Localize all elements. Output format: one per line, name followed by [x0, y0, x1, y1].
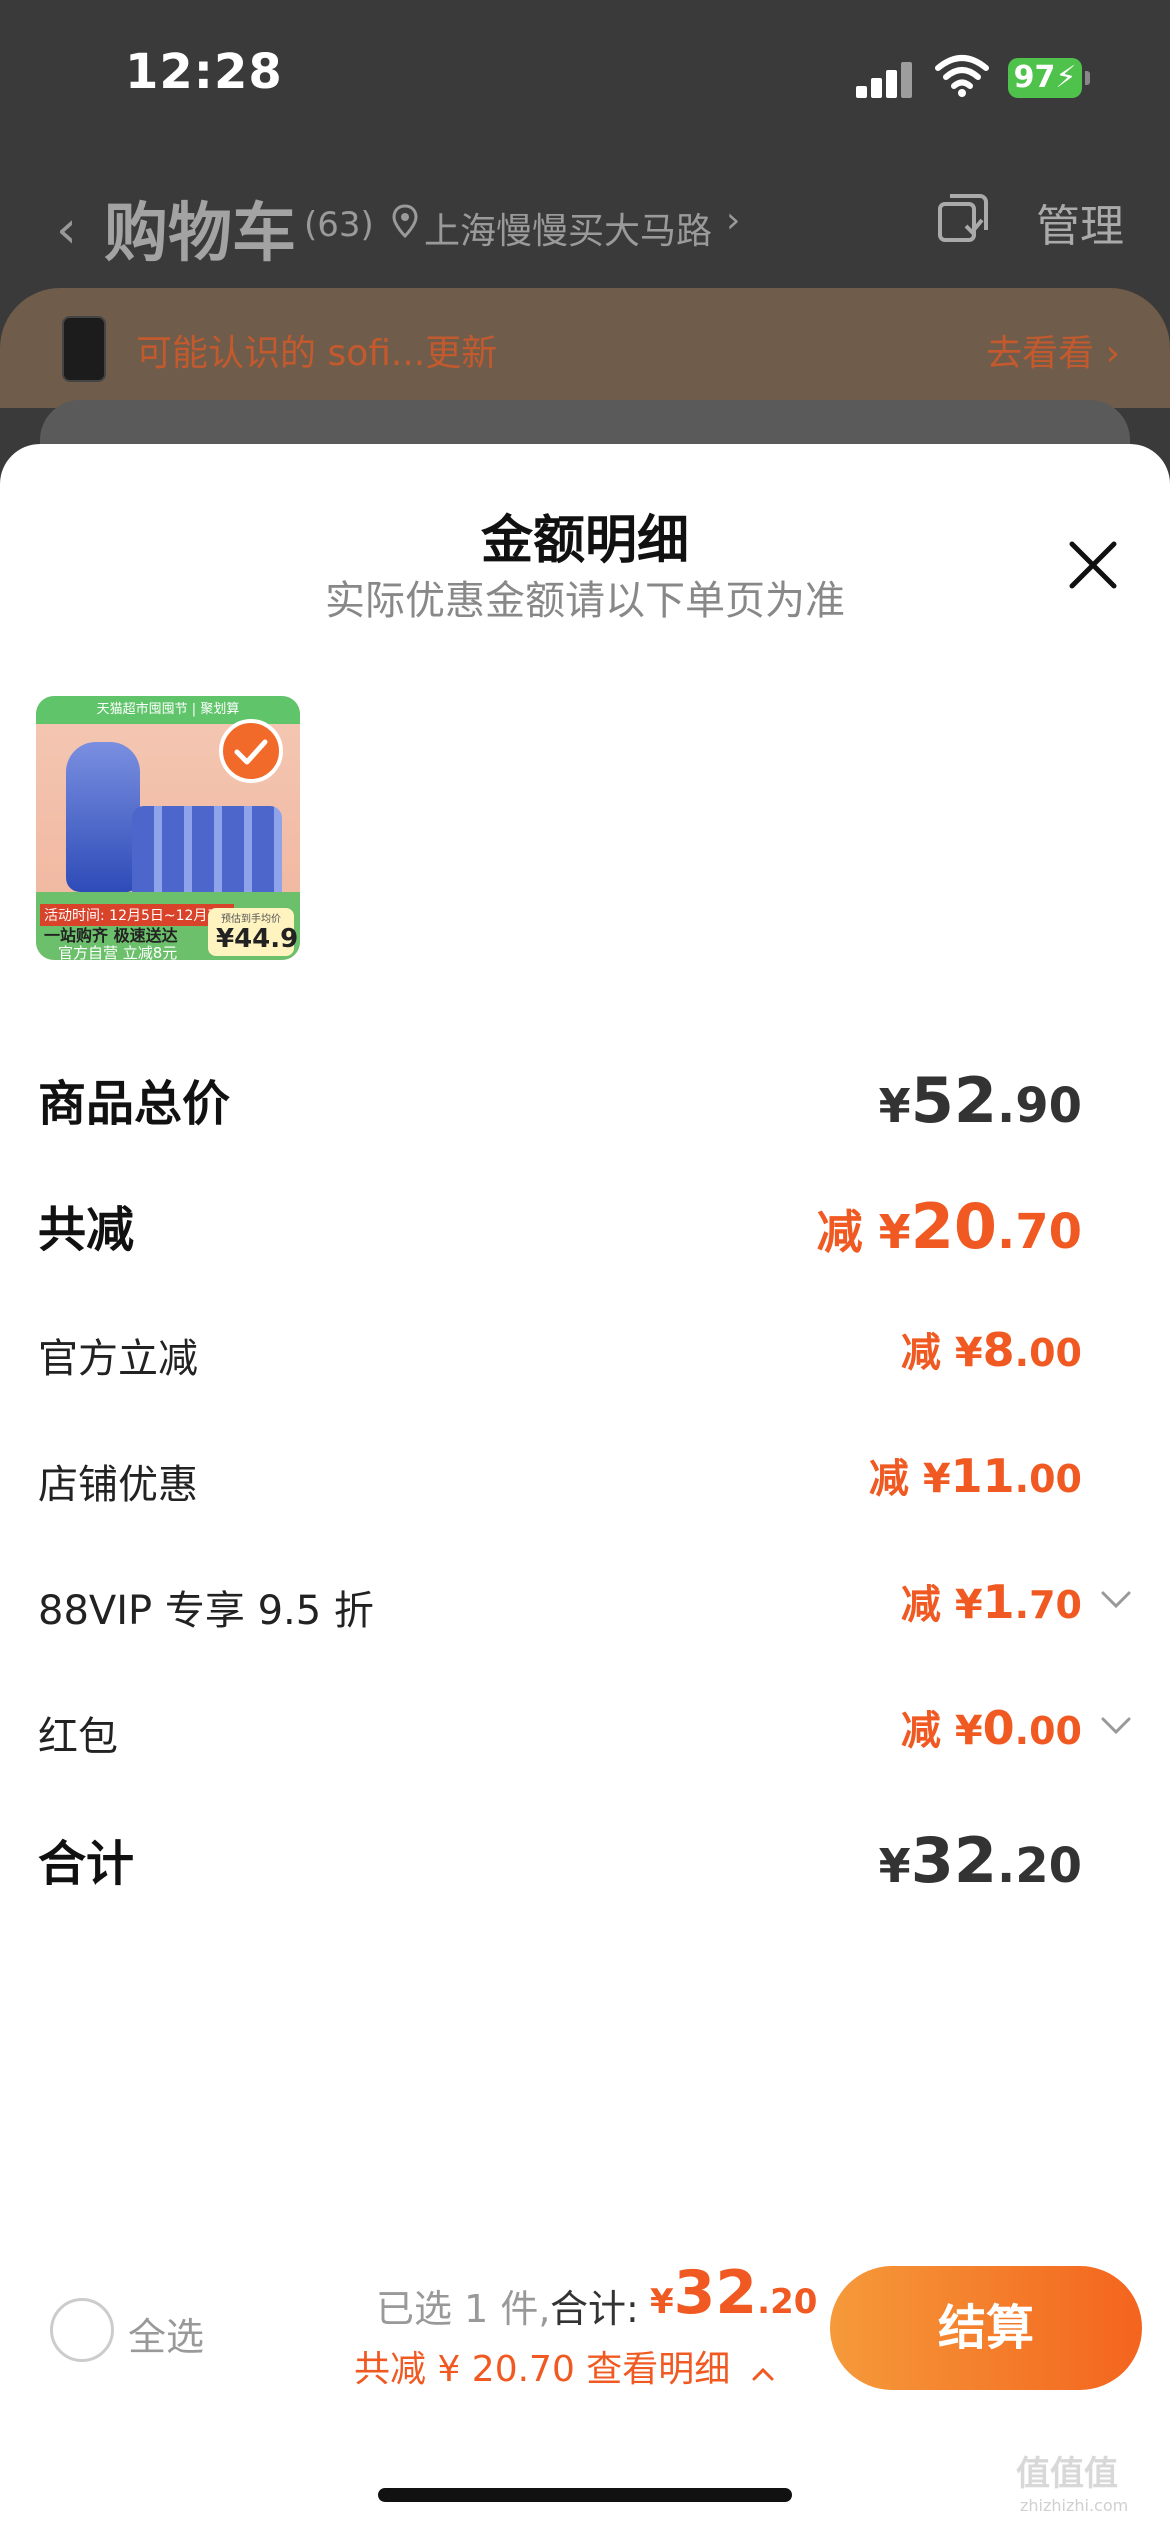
manage-button[interactable]: 管理 — [1036, 190, 1124, 254]
currency-symbol: ¥ — [650, 2282, 674, 2322]
battery-level: 97 — [1013, 60, 1056, 95]
amount-decimal: .70 — [996, 1204, 1082, 1260]
view-details-link[interactable]: 共减 ¥ 20.70 查看明细 — [354, 2340, 774, 2392]
amount-integer: 20 — [910, 1190, 997, 1263]
select-all-label[interactable]: 全选 — [128, 2306, 204, 2361]
row-vip-discount[interactable]: 88VIP 专享 9.5 折 减 ¥1.70 — [38, 1572, 1132, 1652]
amount-integer: 11 — [950, 1449, 1015, 1503]
discount-prefix: 减 — [900, 1582, 955, 1628]
currency-symbol: ¥ — [878, 1079, 911, 1133]
row-label: 官方立减 — [38, 1336, 198, 1382]
thumb-price-label: 预估到手均价 — [221, 914, 281, 925]
row-item-total: 商品总价 ¥52.90 — [38, 1064, 1132, 1144]
chevron-down-icon[interactable] — [1100, 1716, 1132, 1736]
sheet-title: 金额明细 — [480, 511, 689, 571]
currency-symbol: ¥ — [954, 1582, 983, 1628]
thumb-price-box: 预估到手均价 ¥44.9 — [208, 908, 298, 956]
selected-count: 已选 1 件, — [376, 2287, 551, 2331]
row-total-discount: 共减 减 ¥20.70 — [38, 1190, 1132, 1270]
avatar — [62, 316, 106, 382]
amount-decimal: .00 — [1014, 1709, 1082, 1753]
amount-decimal: .90 — [996, 1078, 1082, 1134]
amount-integer: 52 — [910, 1064, 997, 1137]
checkout-button[interactable]: 结算 — [830, 2266, 1142, 2390]
wifi-icon — [935, 55, 989, 97]
discount-prefix: 减 — [816, 1205, 879, 1259]
bottle-pack-image — [132, 806, 282, 902]
row-label: 店铺优惠 — [38, 1462, 198, 1508]
amount-decimal: .20 — [996, 1838, 1082, 1894]
amount-integer: 32 — [910, 1824, 997, 1897]
discount-summary: 共减 ¥ 20.70 查看明细 — [354, 2349, 731, 2390]
row-label: 88VIP 专享 9.5 折 — [38, 1588, 374, 1634]
cart-nav-bar: ‹ 购物车 (63) 上海慢慢买大马路 › 管理 — [0, 160, 1170, 280]
chevron-right-icon: › — [726, 200, 741, 241]
cart-count: (63) — [304, 205, 374, 245]
amount-integer: 0 — [982, 1701, 1015, 1755]
go-see-link[interactable]: 去看看 › — [986, 324, 1120, 376]
chevron-up-icon — [752, 2367, 774, 2381]
amount-integer: 8 — [982, 1323, 1015, 1377]
sheet-subtitle: 实际优惠金额请以下单页为准 — [325, 578, 845, 624]
delivery-location[interactable]: 上海慢慢买大马路 — [424, 202, 712, 254]
status-time: 12:28 — [125, 44, 283, 100]
currency-symbol: ¥ — [878, 1205, 911, 1259]
row-amount: ¥32.20 — [879, 1824, 1082, 1897]
status-bar: 12:28 97⚡ — [0, 0, 1170, 150]
home-indicator[interactable] — [378, 2488, 792, 2502]
amount-integer: 32 — [673, 2258, 758, 2328]
thumb-price: ¥44.9 — [216, 924, 299, 954]
row-amount: ¥52.90 — [879, 1064, 1082, 1137]
discount-prefix: 减 — [868, 1456, 923, 1502]
select-all-radio[interactable] — [50, 2298, 114, 2362]
sum-amount: ¥32.20 — [650, 2258, 817, 2328]
row-label: 商品总价 — [38, 1076, 231, 1132]
chevron-down-icon[interactable] — [1100, 1590, 1132, 1610]
row-red-packet[interactable]: 红包 减 ¥0.00 — [38, 1698, 1132, 1778]
amount-detail-sheet: 金额明细 实际优惠金额请以下单页为准 天猫超市囤囤节 | 聚划算 活动时间: 1… — [0, 444, 1170, 2532]
product-thumbnail: 天猫超市囤囤节 | 聚划算 活动时间: 12月5日~12月7日 一站购齐 极速送… — [36, 696, 300, 960]
back-chevron-icon[interactable]: ‹ — [56, 200, 77, 260]
page-title: 购物车 — [104, 197, 296, 271]
watermark-url: zhizhizhi.com — [1020, 2496, 1129, 2515]
currency-symbol: ¥ — [954, 1708, 983, 1754]
thumb-promo: 官方自营 立减8元 — [58, 944, 178, 960]
location-pin-icon — [392, 204, 418, 238]
friend-update-banner[interactable]: 可能认识的 sofi...更新 去看看 › — [0, 288, 1170, 408]
currency-symbol: ¥ — [878, 1839, 911, 1893]
row-official-discount: 官方立减 减 ¥8.00 — [38, 1320, 1132, 1400]
cellular-signal-icon — [856, 58, 916, 98]
amount-decimal: .00 — [1014, 1331, 1082, 1375]
amount-decimal: .20 — [757, 2282, 818, 2322]
close-icon[interactable] — [1066, 538, 1120, 592]
row-label: 合计 — [38, 1836, 135, 1892]
sum-label: 合计: — [550, 2287, 639, 2331]
row-grand-total: 合计 ¥32.20 — [38, 1824, 1132, 1904]
row-amount: 减 ¥8.00 — [901, 1320, 1082, 1378]
amount-decimal: .70 — [1014, 1583, 1082, 1627]
currency-symbol: ¥ — [922, 1456, 951, 1502]
drink-bottle-image — [66, 742, 140, 892]
row-amount: 减 ¥1.70 — [901, 1572, 1082, 1630]
row-label: 共减 — [38, 1202, 135, 1258]
multi-select-icon[interactable] — [936, 192, 990, 246]
discount-prefix: 减 — [900, 1708, 955, 1754]
battery-icon: 97⚡ — [1008, 58, 1090, 98]
row-amount: 减 ¥11.00 — [869, 1446, 1082, 1504]
discount-prefix: 减 — [900, 1330, 955, 1376]
row-store-discount: 店铺优惠 减 ¥11.00 — [38, 1446, 1132, 1526]
watermark-logo: 值值值 — [1016, 2454, 1118, 2494]
checkmark-icon[interactable] — [218, 718, 284, 784]
promo-text: 可能认识的 sofi...更新 — [136, 333, 498, 374]
row-label: 红包 — [38, 1714, 118, 1760]
amount-integer: 1 — [982, 1575, 1015, 1629]
row-amount: 减 ¥20.70 — [817, 1190, 1082, 1263]
currency-symbol: ¥ — [954, 1330, 983, 1376]
amount-decimal: .00 — [1014, 1457, 1082, 1501]
row-amount: 减 ¥0.00 — [901, 1698, 1082, 1756]
